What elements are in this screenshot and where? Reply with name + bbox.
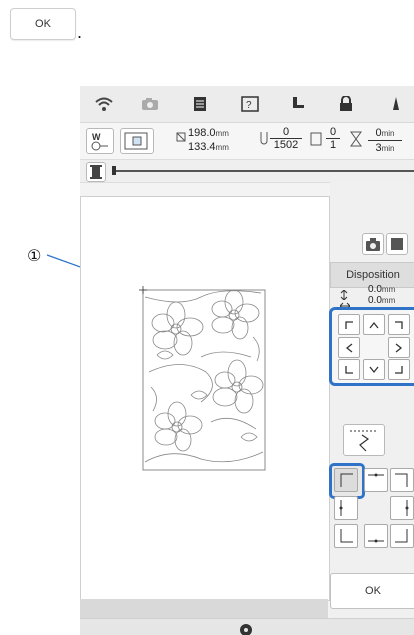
pattern-height-unit: mm [215,143,229,152]
corner-start-lower-right-icon [395,529,408,543]
corner-up-left-icon [345,320,353,329]
color-total: 1 [326,138,340,151]
pattern-info-bar: W 198.0mm 133.4mm 0 1502 0 1 0min 3min [80,123,414,160]
corner-start-lower-left-icon [340,529,353,543]
trial-stitch-icon [350,430,378,452]
pattern-width-unit: mm [215,129,229,138]
trial-stitch-button[interactable] [343,424,385,456]
wifi-icon[interactable] [94,94,114,114]
time-total-unit: min [381,144,395,153]
stitch-current: 0 [282,126,290,138]
chevron-right-icon [395,342,403,353]
move-down-button[interactable] [363,359,385,380]
chevron-left-icon [345,342,353,353]
home-icon[interactable] [239,623,253,635]
edge-start-top-icon [368,473,384,477]
pattern-height: 133.4 [188,141,216,153]
canvas-footer [80,599,328,620]
start-point-lower-right-button[interactable] [390,524,414,548]
stitch-count-icon [260,131,268,152]
corner-up-right-icon [395,320,403,329]
corner-down-right-icon [395,365,403,374]
start-point-lower-left-button[interactable] [334,524,358,548]
vertical-offset-unit: mm [381,285,396,294]
time-current-unit: min [381,129,395,138]
color-count-icon [310,132,322,151]
edge-start-bottom-icon [368,539,384,543]
document-icon[interactable] [190,94,210,114]
start-point-upper-left-button[interactable] [334,468,358,492]
corner-start-upper-left-icon [340,473,353,487]
start-point-middle-right-button[interactable] [390,496,414,520]
stitch-total: 1502 [270,138,302,151]
hourglass-icon [350,131,362,152]
horizontal-offset-unit: mm [381,296,396,305]
thread-w-icon[interactable]: W [86,128,114,154]
horizontal-offset-value: 0.0 [368,295,382,306]
help-icon[interactable]: ? [240,94,260,114]
move-right-button[interactable] [388,337,410,358]
size-icon [176,129,186,147]
svg-text:?: ? [246,100,252,111]
lock-icon[interactable] [336,94,356,114]
camera-view-button[interactable] [362,233,384,255]
move-left-button[interactable] [338,337,360,358]
thread-spool-icon[interactable] [86,162,106,182]
chevron-down-icon [369,366,379,373]
start-point-lower-center-button[interactable] [364,524,388,548]
camera-icon[interactable] [140,94,160,114]
machine-screen: ? W 198.0mm 133.4mm 0 1502 0 1 0min 3min… [80,86,414,635]
chevron-up-icon [369,321,379,328]
ok-button[interactable]: OK [330,573,414,609]
vertical-offset-value: 0.0 [368,284,382,295]
preview-button[interactable] [386,233,408,255]
bottom-bar [80,618,414,635]
embroidery-canvas [80,196,330,601]
edge-start-left-icon [339,500,343,516]
status-bar: ? [80,86,414,123]
hoop-icon[interactable] [120,128,154,154]
move-arrow-group [329,307,414,386]
start-point-middle-left-button[interactable] [334,496,358,520]
edge-start-right-icon [405,500,409,516]
stitch-slider-thumb[interactable] [112,166,116,175]
start-point-upper-center-button[interactable] [364,468,388,492]
move-up-right-button[interactable] [388,314,410,335]
pattern-width: 198.0 [188,127,216,139]
move-down-right-button[interactable] [388,359,410,380]
corner-start-upper-right-icon [395,473,408,487]
corner-down-left-icon [345,365,353,374]
progress-bar [80,160,414,183]
color-current: 0 [329,126,337,138]
presser-foot-icon[interactable] [288,94,308,114]
stitch-slider-track[interactable] [114,170,414,172]
quilt-pattern [139,286,266,471]
move-up-button[interactable] [363,314,385,335]
needle-icon[interactable] [386,94,406,114]
svg-text:W: W [92,132,101,142]
move-up-left-button[interactable] [338,314,360,335]
move-down-left-button[interactable] [338,359,360,380]
start-point-upper-right-button[interactable] [390,468,414,492]
